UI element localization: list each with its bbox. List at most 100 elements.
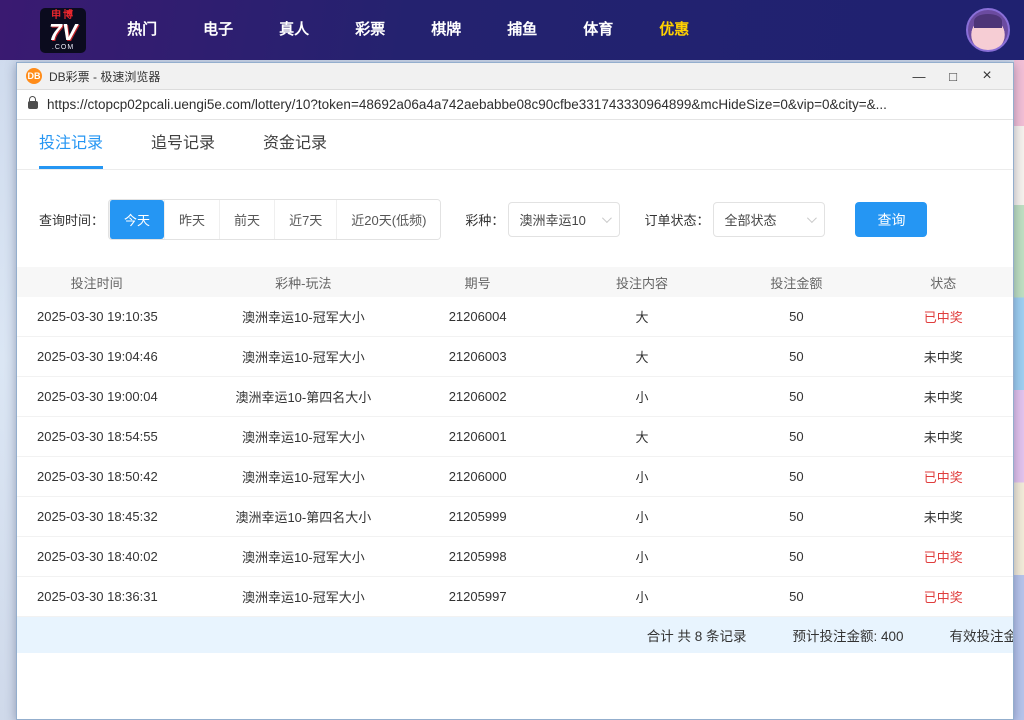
summary-valid-amount: 有效投注金 bbox=[950, 625, 1014, 645]
minimize-icon[interactable]: — bbox=[902, 69, 936, 84]
nav-item[interactable]: 捕鱼 bbox=[484, 0, 560, 60]
time-filter-group: 今天 昨天 前天 近7天 近20天(低频) bbox=[108, 199, 441, 240]
top-nav: 申博 7V .COM 热门 电子 真人 彩票 棋牌 捕鱼 体育 优惠 bbox=[0, 0, 1024, 60]
filter-bar: 查询时间： 今天 昨天 前天 近7天 近20天(低频) 彩种： 澳洲幸运10 bbox=[17, 199, 1013, 240]
cell-bet-amount: 50 bbox=[719, 389, 873, 404]
user-avatar[interactable] bbox=[966, 8, 1010, 52]
maximize-icon[interactable]: □ bbox=[936, 69, 970, 84]
cell-bet-amount: 50 bbox=[719, 469, 873, 484]
nav-item[interactable]: 电子 bbox=[180, 0, 256, 60]
table-row: 2025-03-30 19:10:35 澳洲幸运10-冠军大小 21206004… bbox=[17, 297, 1013, 337]
time-filter-label: 查询时间： bbox=[39, 210, 104, 229]
app-badge-icon: DB bbox=[26, 68, 42, 84]
record-tabs: 投注记录 追号记录 资金记录 bbox=[17, 120, 1013, 170]
cell-bet-amount: 50 bbox=[719, 349, 873, 364]
table-row: 2025-03-30 18:40:02 澳洲幸运10-冠军大小 21205998… bbox=[17, 537, 1013, 577]
header-bet-amount: 投注金额 bbox=[719, 273, 873, 292]
table-row: 2025-03-30 18:54:55 澳洲幸运10-冠军大小 21206001… bbox=[17, 417, 1013, 457]
time-filter-option[interactable]: 今天 bbox=[109, 200, 164, 239]
header-game-play: 彩种-玩法 bbox=[216, 273, 390, 292]
cell-bet-content: 小 bbox=[565, 547, 719, 566]
records-table: 投注时间 彩种-玩法 期号 投注内容 投注金额 状态 2025-03-30 19… bbox=[17, 267, 1013, 617]
order-status-select[interactable]: 全部状态 bbox=[713, 202, 825, 237]
tab[interactable]: 追号记录 bbox=[151, 129, 215, 169]
cell-issue: 21205997 bbox=[390, 589, 564, 604]
cell-game-play: 澳洲幸运10-冠军大小 bbox=[216, 347, 390, 366]
browser-window: DB DB彩票 - 极速浏览器 — □ × https://ctopcp02pc… bbox=[16, 62, 1014, 720]
time-filter-option[interactable]: 昨天 bbox=[164, 200, 219, 239]
nav-item[interactable]: 体育 bbox=[560, 0, 636, 60]
cell-status: 已中奖 bbox=[874, 587, 1013, 606]
cell-issue: 21206000 bbox=[390, 469, 564, 484]
cell-game-play: 澳洲幸运10-冠军大小 bbox=[216, 467, 390, 486]
cell-game-play: 澳洲幸运10-第四名大小 bbox=[216, 387, 390, 406]
header-bet-content: 投注内容 bbox=[565, 273, 719, 292]
cell-status: 已中奖 bbox=[874, 547, 1013, 566]
cell-game-play: 澳洲幸运10-冠军大小 bbox=[216, 587, 390, 606]
lock-icon bbox=[28, 101, 38, 109]
cell-issue: 21206004 bbox=[390, 309, 564, 324]
nav-item[interactable]: 优惠 bbox=[636, 0, 712, 60]
cell-bet-time: 2025-03-30 19:10:35 bbox=[17, 309, 216, 324]
cell-issue: 21205999 bbox=[390, 509, 564, 524]
cell-bet-amount: 50 bbox=[719, 549, 873, 564]
window-title: DB彩票 - 极速浏览器 bbox=[49, 68, 160, 85]
header-issue: 期号 bbox=[390, 273, 564, 292]
cell-game-play: 澳洲幸运10-第四名大小 bbox=[216, 507, 390, 526]
cell-status: 未中奖 bbox=[874, 347, 1013, 366]
summary-expected-amount: 预计投注金额: 400 bbox=[792, 625, 903, 645]
table-row: 2025-03-30 19:00:04 澳洲幸运10-第四名大小 2120600… bbox=[17, 377, 1013, 417]
address-bar[interactable]: https://ctopcp02pcali.uengi5e.com/lotter… bbox=[17, 90, 1013, 120]
nav-item[interactable]: 彩票 bbox=[332, 0, 408, 60]
order-status-label: 订单状态： bbox=[644, 210, 709, 229]
summary-bar: 合计 共 8 条记录 预计投注金额: 400 有效投注金 bbox=[17, 617, 1013, 653]
table-row: 2025-03-30 18:50:42 澳洲幸运10-冠军大小 21206000… bbox=[17, 457, 1013, 497]
cell-issue: 21206003 bbox=[390, 349, 564, 364]
cell-bet-amount: 50 bbox=[719, 509, 873, 524]
cell-bet-time: 2025-03-30 18:45:32 bbox=[17, 509, 216, 524]
cell-bet-amount: 50 bbox=[719, 429, 873, 444]
order-status-value: 全部状态 bbox=[724, 210, 776, 229]
cell-bet-time: 2025-03-30 18:36:31 bbox=[17, 589, 216, 604]
cell-bet-content: 大 bbox=[565, 427, 719, 446]
nav-item[interactable]: 真人 bbox=[256, 0, 332, 60]
time-filter-option[interactable]: 前天 bbox=[219, 200, 274, 239]
cell-bet-content: 大 bbox=[565, 307, 719, 326]
cell-bet-amount: 50 bbox=[719, 309, 873, 324]
search-button[interactable]: 查询 bbox=[855, 202, 927, 237]
cell-bet-time: 2025-03-30 19:04:46 bbox=[17, 349, 216, 364]
lottery-select-label: 彩种： bbox=[465, 210, 504, 229]
logo-sub-text: .COM bbox=[52, 44, 74, 51]
tab[interactable]: 投注记录 bbox=[39, 129, 103, 169]
cell-game-play: 澳洲幸运10-冠军大小 bbox=[216, 307, 390, 326]
site-logo[interactable]: 申博 7V .COM bbox=[40, 8, 86, 53]
window-controls: — □ × bbox=[902, 67, 1004, 85]
cell-bet-time: 2025-03-30 18:54:55 bbox=[17, 429, 216, 444]
cell-bet-content: 大 bbox=[565, 347, 719, 366]
nav-item[interactable]: 棋牌 bbox=[408, 0, 484, 60]
close-icon[interactable]: × bbox=[970, 67, 1004, 85]
header-bet-time: 投注时间 bbox=[17, 273, 216, 292]
cell-status: 已中奖 bbox=[874, 467, 1013, 486]
cell-issue: 21206002 bbox=[390, 389, 564, 404]
nav-item[interactable]: 热门 bbox=[104, 0, 180, 60]
tab[interactable]: 资金记录 bbox=[263, 129, 327, 169]
lottery-select[interactable]: 澳洲幸运10 bbox=[508, 202, 620, 237]
cell-status: 未中奖 bbox=[874, 427, 1013, 446]
window-title-bar[interactable]: DB DB彩票 - 极速浏览器 — □ × bbox=[17, 63, 1013, 90]
time-filter-option[interactable]: 近20天(低频) bbox=[336, 200, 440, 239]
cell-game-play: 澳洲幸运10-冠军大小 bbox=[216, 427, 390, 446]
nav-menu: 热门 电子 真人 彩票 棋牌 捕鱼 体育 优惠 bbox=[104, 0, 712, 60]
url-text[interactable]: https://ctopcp02pcali.uengi5e.com/lotter… bbox=[47, 97, 887, 112]
summary-count: 合计 共 8 条记录 bbox=[647, 625, 747, 645]
cell-issue: 21205998 bbox=[390, 549, 564, 564]
page-content: 投注记录 追号记录 资金记录 查询时间： 今天 昨天 前天 近7天 近20天(低… bbox=[17, 120, 1013, 719]
cell-status: 未中奖 bbox=[874, 387, 1013, 406]
cell-bet-content: 小 bbox=[565, 587, 719, 606]
cell-game-play: 澳洲幸运10-冠军大小 bbox=[216, 547, 390, 566]
table-row: 2025-03-30 18:45:32 澳洲幸运10-第四名大小 2120599… bbox=[17, 497, 1013, 537]
table-header-row: 投注时间 彩种-玩法 期号 投注内容 投注金额 状态 bbox=[17, 267, 1013, 297]
cell-status: 已中奖 bbox=[874, 307, 1013, 326]
logo-main-text: 7V bbox=[49, 21, 77, 44]
time-filter-option[interactable]: 近7天 bbox=[274, 200, 336, 239]
